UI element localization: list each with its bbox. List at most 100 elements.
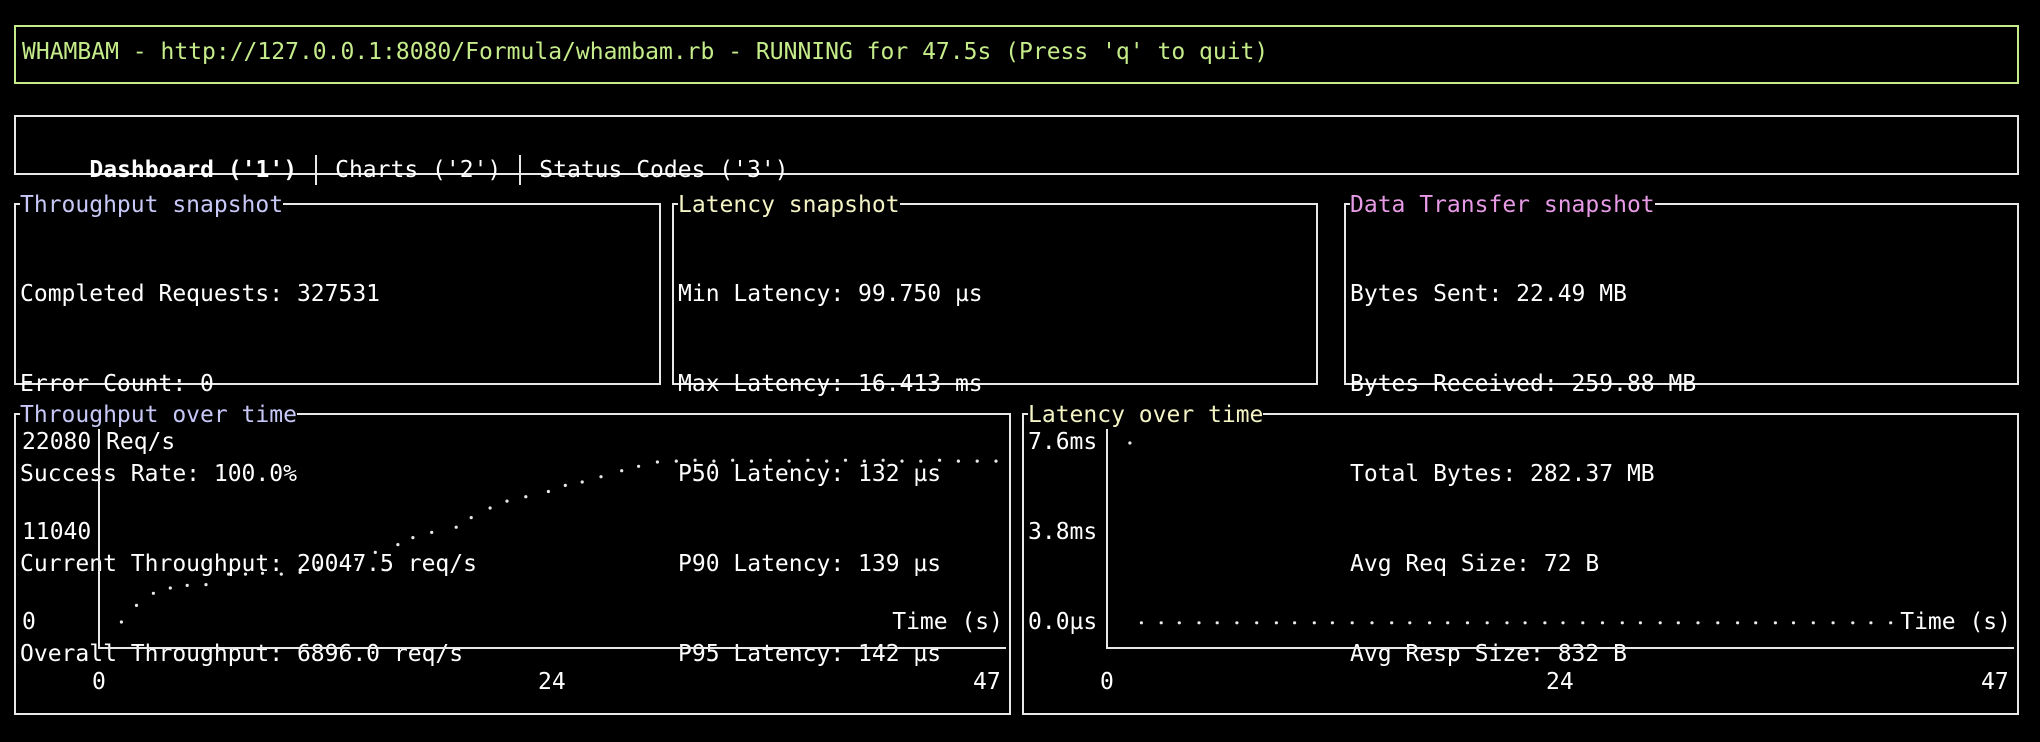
data-point [900,459,904,463]
data-point [279,572,283,576]
data-point [975,459,979,463]
data-point [1312,621,1316,625]
title-bar: WHAMBAM - http://127.0.0.1:8080/Formula/… [14,25,2019,84]
data-point [298,570,302,574]
tab-dashboard[interactable]: Dashboard ('1') [89,157,297,183]
tab-bar: Dashboard ('1') Charts ('2') Status Codes … [14,115,2019,185]
data-point [994,459,998,463]
data-point [524,495,528,499]
throughput-snapshot-panel: Throughput snapshot Completed Requests: … [14,191,661,667]
data-point [1543,621,1547,625]
data-point [185,583,189,587]
throughput-chart-panel: Throughput over time 22080 11040 0 Req/s… [14,401,1011,715]
data-point [1620,621,1624,625]
throughput-snapshot-title: Throughput snapshot [20,191,284,219]
latency-snapshot-title: Latency snapshot [678,191,900,219]
data-point [749,459,754,463]
data-point [243,572,248,576]
data-point [339,561,344,565]
data-point [1600,621,1605,625]
data-point [1676,621,1680,625]
data-point [881,458,885,462]
data-point [1255,621,1259,625]
data-point [674,459,678,463]
data-point [637,464,641,468]
min-latency: Min Latency: 99.750 µs [678,281,983,307]
data-point [1274,621,1278,625]
data-point [1889,621,1893,625]
data-point [1177,621,1181,625]
data-point [1523,621,1527,625]
data-point [563,483,567,487]
data-point [1390,621,1394,625]
data-point [1658,621,1662,625]
data-point [1851,621,1855,625]
data-point [1754,621,1758,625]
data-point [1736,621,1740,625]
bytes-received: Bytes Received: 259.88 MB [1350,371,1697,397]
data-point [1485,621,1489,625]
data-point [1773,621,1777,625]
data-point [168,586,172,590]
data-point [1696,621,1700,625]
data-point [580,480,584,484]
completed-requests: Completed Requests: 327531 [20,281,381,307]
bytes-sent: Bytes Sent: 22.49 MB [1350,281,1627,307]
data-point [825,459,829,463]
data-point [488,506,492,510]
data-point [768,458,772,462]
data-point [1465,621,1470,625]
data-point [806,458,810,462]
data-point [1581,621,1585,625]
data-point [1159,621,1163,625]
tab-status-codes[interactable]: Status Codes ('3') [539,157,788,183]
data-point [1215,621,1219,625]
data-point [1561,621,1565,625]
tab-separator [519,155,522,185]
data-point [731,458,735,462]
data-point [396,543,400,547]
data-point [1428,621,1432,625]
data-point [411,536,415,540]
data-point [862,459,866,463]
data-point [430,530,434,534]
data-point [1293,621,1297,625]
data-point [1638,621,1642,625]
data-point [1350,621,1354,625]
data-point [354,557,359,561]
data-point [919,459,923,463]
data-point [655,460,660,464]
data-point [1505,621,1509,625]
data-point [373,550,377,554]
throughput-chart-plot [119,458,998,624]
data-point [712,459,716,463]
data-point [260,571,265,575]
latency-snapshot-panel: Latency snapshot Min Latency: 99.750 µs … [672,191,1318,667]
data-point [151,591,155,595]
data-point [1716,621,1720,625]
data-point [469,516,473,520]
data-point [1139,621,1143,625]
latency-chart-panel: Latency over time 7.6ms 3.8ms 0.0µs Time… [1022,401,2019,715]
data-point [1408,621,1412,625]
max-latency: Max Latency: 16.413 ms [678,371,983,397]
tab-charts[interactable]: Charts ('2') [335,157,501,183]
data-point [1370,621,1374,625]
data-point [1446,621,1450,625]
data-point [787,459,791,463]
tab-separator [315,155,318,185]
data-point [227,572,231,576]
data-point [938,458,942,462]
error-count: Error Count: 0 [20,371,214,397]
data-point [505,499,509,503]
data-point [1811,621,1815,625]
data-point [843,458,848,462]
data-point [134,603,139,607]
data-point [119,620,123,624]
data-point [1128,441,1132,445]
data-point [1235,621,1239,625]
data-point [693,458,697,462]
data-point [956,459,961,463]
data-point [546,489,551,494]
data-point [1330,621,1334,625]
